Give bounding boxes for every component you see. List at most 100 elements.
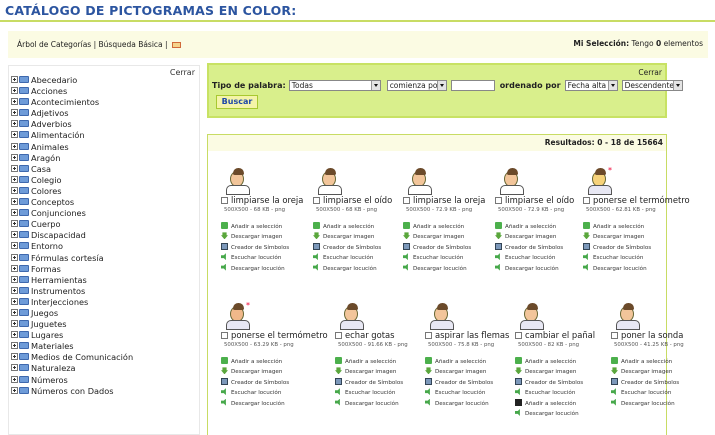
pictogram-name[interactable]: poner la sonda: [621, 330, 683, 340]
card-action[interactable]: Descargar imagen: [313, 232, 381, 242]
card-action[interactable]: Creador de Símbolos: [495, 242, 563, 253]
card-action[interactable]: Escuchar locución: [515, 388, 583, 398]
expand-icon[interactable]: [11, 164, 18, 172]
card-action[interactable]: Añadir a selección: [313, 222, 381, 232]
category-item[interactable]: Interjecciones: [11, 297, 133, 308]
search-close-link[interactable]: Cerrar: [638, 68, 662, 77]
pictogram-image[interactable]: [224, 167, 256, 195]
direction-select[interactable]: Descendente: [621, 80, 683, 91]
category-item[interactable]: Entorno: [11, 241, 133, 252]
pictogram-image[interactable]: [338, 302, 370, 330]
expand-icon[interactable]: [11, 109, 18, 117]
card-action[interactable]: Descargar locución: [495, 263, 563, 274]
expand-icon[interactable]: [11, 198, 18, 206]
card-action[interactable]: Descargar imagen: [403, 232, 471, 242]
match-mode-select[interactable]: comienza por: [386, 80, 447, 91]
card-action[interactable]: Añadir a selección: [425, 357, 493, 367]
card-action[interactable]: Creador de Símbolos: [611, 377, 679, 388]
pictogram-image[interactable]: [406, 167, 438, 195]
category-item[interactable]: Medios de Comunicación: [11, 352, 133, 363]
pictogram-image[interactable]: [498, 167, 530, 195]
card-action[interactable]: Escuchar locución: [611, 388, 679, 398]
expand-icon[interactable]: [11, 264, 18, 272]
pictogram-name[interactable]: ponerse el termómetro: [231, 330, 328, 340]
pictogram-image[interactable]: *: [224, 301, 256, 330]
expand-icon[interactable]: [11, 87, 18, 95]
category-item[interactable]: Casa: [11, 164, 133, 175]
card-action[interactable]: Descargar imagen: [335, 367, 403, 377]
card-action[interactable]: Escuchar locución: [221, 388, 289, 398]
card-action[interactable]: Añadir a selección: [495, 222, 563, 232]
category-item[interactable]: Lugares: [11, 330, 133, 341]
select-checkbox[interactable]: [221, 332, 228, 339]
expand-icon[interactable]: [11, 353, 18, 361]
category-item[interactable]: Alimentación: [11, 130, 133, 141]
expand-icon[interactable]: [11, 275, 18, 283]
category-item[interactable]: Discapacidad: [11, 230, 133, 241]
category-item[interactable]: Cuerpo: [11, 219, 133, 230]
expand-icon[interactable]: [11, 175, 18, 183]
category-item[interactable]: Juegos: [11, 308, 133, 319]
card-action[interactable]: Descargar imagen: [583, 232, 651, 242]
expand-icon[interactable]: [11, 142, 18, 150]
pictogram-name[interactable]: limpiarse la oreja: [231, 195, 303, 205]
select-checkbox[interactable]: [403, 197, 410, 204]
card-action[interactable]: Escuchar locución: [313, 253, 381, 263]
card-action[interactable]: Escuchar locución: [583, 253, 651, 263]
pictogram-name[interactable]: ponerse el termómetro: [593, 195, 690, 205]
category-item[interactable]: Juguetes: [11, 319, 133, 330]
card-action[interactable]: Escuchar locución: [425, 388, 493, 398]
expand-icon[interactable]: [11, 375, 18, 383]
expand-icon[interactable]: [11, 253, 18, 261]
card-action[interactable]: Descargar imagen: [611, 367, 679, 377]
card-action[interactable]: Añadir a selección: [221, 357, 289, 367]
card-action[interactable]: Descargar imagen: [495, 232, 563, 242]
card-action[interactable]: Creador de Símbolos: [313, 242, 381, 253]
card-action[interactable]: Descargar imagen: [425, 367, 493, 377]
card-action[interactable]: Descargar locución: [221, 398, 289, 409]
order-select[interactable]: Fecha alta: [564, 80, 618, 91]
expand-icon[interactable]: [11, 331, 18, 339]
card-action[interactable]: Creador de Símbolos: [335, 377, 403, 388]
select-checkbox[interactable]: [515, 332, 522, 339]
expand-icon[interactable]: [11, 231, 18, 239]
pictogram-image[interactable]: [614, 302, 646, 330]
expand-icon[interactable]: [11, 342, 18, 350]
pictogram-name[interactable]: limpiarse la oreja: [413, 195, 485, 205]
card-action[interactable]: Escuchar locución: [495, 253, 563, 263]
mail-icon[interactable]: [171, 42, 181, 48]
expand-icon[interactable]: [11, 320, 18, 328]
category-item[interactable]: Naturaleza: [11, 363, 133, 374]
card-action[interactable]: Creador de Símbolos: [583, 242, 651, 253]
expand-icon[interactable]: [11, 220, 18, 228]
expand-icon[interactable]: [11, 98, 18, 106]
expand-icon[interactable]: [11, 308, 18, 316]
expand-icon[interactable]: [11, 186, 18, 194]
expand-icon[interactable]: [11, 120, 18, 128]
pictogram-name[interactable]: limpiarse el oído: [505, 195, 574, 205]
card-action[interactable]: Descargar locución: [221, 263, 289, 274]
card-action[interactable]: Descargar imagen: [221, 232, 289, 242]
expand-icon[interactable]: [11, 242, 18, 250]
category-item[interactable]: Animales: [11, 142, 133, 153]
pictogram-image[interactable]: [518, 302, 550, 330]
card-action[interactable]: Añadir a selección: [515, 357, 583, 367]
search-button[interactable]: Buscar: [216, 95, 258, 109]
card-action[interactable]: Descargar locución: [425, 398, 493, 409]
pictogram-name[interactable]: echar gotas: [345, 330, 395, 340]
card-action[interactable]: Creador de Símbolos: [221, 377, 289, 388]
pictogram-image[interactable]: [428, 302, 460, 330]
card-action[interactable]: Descargar locución: [335, 398, 403, 409]
card-action[interactable]: Añadir a selección: [335, 357, 403, 367]
pictogram-name[interactable]: cambiar el pañal: [525, 330, 595, 340]
search-text-input[interactable]: [450, 80, 495, 91]
card-action[interactable]: Descargar locución: [403, 263, 471, 274]
category-item[interactable]: Acciones: [11, 86, 133, 97]
category-item[interactable]: Instrumentos: [11, 286, 133, 297]
card-action[interactable]: Descargar imagen: [515, 367, 583, 377]
pictogram-name[interactable]: limpiarse el oído: [323, 195, 392, 205]
card-action[interactable]: Descargar locución: [583, 263, 651, 274]
expand-icon[interactable]: [11, 76, 18, 83]
expand-icon[interactable]: [11, 286, 18, 294]
category-item[interactable]: Materiales: [11, 341, 133, 352]
